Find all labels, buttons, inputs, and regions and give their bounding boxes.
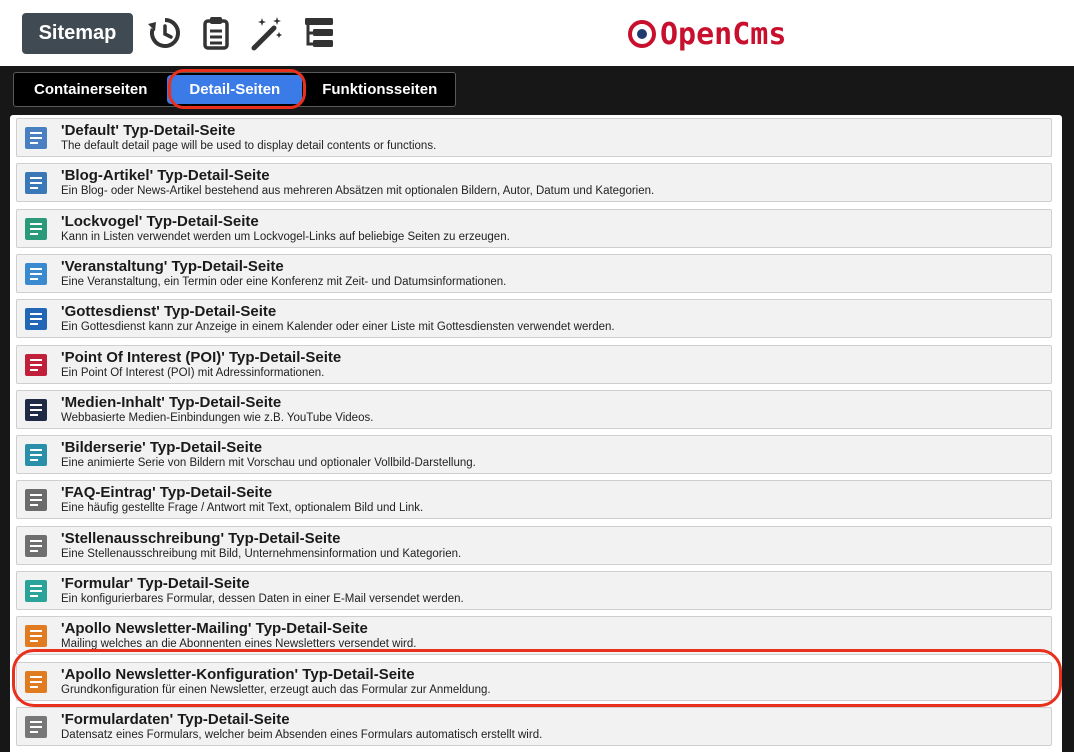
clapperboard-icon — [25, 398, 47, 421]
detail-page-list: 'Default' Typ-Detail-Seite The default de… — [10, 115, 1062, 752]
magic-wand-icon[interactable] — [248, 14, 286, 52]
image-gallery-icon — [25, 444, 47, 467]
list-item-title: 'FAQ-Eintrag' Typ-Detail-Seite — [61, 484, 273, 502]
list-item[interactable]: 'Medien-Inhalt' Typ-Detail-Seite Webbasie… — [16, 389, 1052, 429]
list-item-title: 'Formulardaten' Typ-Detail-Seite — [61, 710, 290, 728]
default-page-icon — [25, 127, 47, 149]
list-item[interactable]: 'Lockvogel' Typ-Detail-Seite Kann in List… — [16, 208, 1052, 248]
list-item-description: Ein Gottesdienst kann zur Anzeige in ein… — [61, 321, 615, 334]
list-item-description: Eine Stellenausschreibung mit Bild, Unte… — [61, 547, 462, 560]
list-item-description: Ein Point Of Interest (POI) mit Adressin… — [61, 366, 325, 379]
tab-detail-seiten[interactable]: Detail-Seiten — [167, 75, 303, 104]
list-item[interactable]: 'Stellenausschreibung' Typ-Detail-Seite E… — [16, 525, 1052, 565]
tab-bar: Containerseiten Detail-Seiten Funktionss… — [13, 72, 456, 107]
envelope-icon — [25, 580, 47, 602]
gallery-panel: Containerseiten Detail-Seiten Funktionss… — [0, 66, 1074, 752]
list-item[interactable]: 'Formulardaten' Typ-Detail-Seite Datensat… — [16, 706, 1052, 746]
question-icon — [25, 489, 47, 512]
list-item-title: 'Lockvogel' Typ-Detail-Seite — [61, 212, 259, 230]
opencms-logo-icon — [628, 20, 656, 48]
list-item[interactable]: 'Formular' Typ-Detail-Seite Ein konfiguri… — [16, 571, 1052, 610]
list-item-title: 'Point Of Interest (POI)' Typ-Detail-Sei… — [61, 348, 342, 366]
church-icon — [25, 308, 47, 331]
list-item-description: Mailing welches an die Abonnenten eines … — [61, 638, 417, 651]
list-item-description: Eine häufig gestellte Frage / Antwort mi… — [61, 502, 424, 515]
list-item-title: 'Default' Typ-Detail-Seite — [61, 122, 236, 139]
list-item-title: 'Formular' Typ-Detail-Seite — [61, 575, 250, 592]
list-item-description: Eine Veranstaltung, ein Termin oder eine… — [61, 275, 507, 288]
list-item-title: 'Blog-Artikel' Typ-Detail-Seite — [61, 167, 270, 185]
map-pin-icon — [25, 353, 47, 376]
list-item-description: Ein konfigurierbares Formular, dessen Da… — [61, 593, 464, 605]
list-item-description: Grundkonfiguration für einen Newsletter,… — [61, 683, 491, 696]
list-item-title: 'Medien-Inhalt' Typ-Detail-Seite — [61, 393, 282, 411]
clipboard-icon[interactable] — [197, 14, 235, 52]
tree-list-icon[interactable] — [300, 14, 338, 52]
list-item-description: The default detail page will be used to … — [61, 140, 437, 152]
list-item-description: Kann in Listen verwendet werden um Lockv… — [61, 230, 510, 243]
list-item-description: Ein Blog- oder News-Artikel bestehend au… — [61, 185, 655, 198]
list-item[interactable]: 'Default' Typ-Detail-Seite The default de… — [16, 118, 1052, 157]
briefcase-icon — [25, 534, 47, 557]
history-icon[interactable] — [146, 14, 184, 52]
list-item-description: Datensatz eines Formulars, welcher beim … — [61, 728, 543, 741]
opencms-logo: OpenCms — [628, 14, 786, 54]
list-item[interactable]: 'Apollo Newsletter-Mailing' Typ-Detail-S… — [16, 616, 1052, 656]
list-item-title: 'Apollo Newsletter-Mailing' Typ-Detail-S… — [61, 620, 368, 638]
list-item-title: 'Bilderserie' Typ-Detail-Seite — [61, 439, 263, 457]
toolbar: Sitemap OpenCms — [0, 0, 1074, 66]
list-item[interactable]: 'Apollo Newsletter-Konfiguration' Typ-De… — [16, 661, 1052, 701]
newsletter-config-icon — [25, 670, 47, 693]
list-item-description: Webbasierte Medien-Einbindungen wie z.B.… — [61, 411, 374, 424]
list-item-title: 'Apollo Newsletter-Konfiguration' Typ-De… — [61, 665, 415, 683]
list-item[interactable]: 'Veranstaltung' Typ-Detail-Seite Eine Ver… — [16, 253, 1052, 293]
list-item[interactable]: 'Blog-Artikel' Typ-Detail-Seite Ein Blog-… — [16, 163, 1052, 203]
list-icon — [25, 217, 47, 240]
list-item[interactable]: 'FAQ-Eintrag' Typ-Detail-Seite Eine häufi… — [16, 480, 1052, 520]
sitemap-button[interactable]: Sitemap — [22, 13, 133, 54]
list-item-description: Eine animierte Serie von Bildern mit Vor… — [61, 457, 476, 470]
list-item-title: 'Veranstaltung' Typ-Detail-Seite — [61, 257, 284, 275]
opencms-logo-text: OpenCms — [660, 16, 787, 52]
form-data-icon — [25, 715, 47, 738]
blog-article-icon — [25, 172, 47, 195]
list-item-title: 'Gottesdienst' Typ-Detail-Seite — [61, 303, 277, 321]
newsletter-icon — [25, 625, 47, 648]
list-item[interactable]: 'Point Of Interest (POI)' Typ-Detail-Sei… — [16, 344, 1052, 384]
list-item[interactable]: 'Bilderserie' Typ-Detail-Seite Eine animi… — [16, 435, 1052, 475]
list-item[interactable]: 'Gottesdienst' Typ-Detail-Seite Ein Gotte… — [16, 299, 1052, 339]
list-item-title: 'Stellenausschreibung' Typ-Detail-Seite — [61, 529, 341, 547]
tab-containerseiten[interactable]: Containerseiten — [18, 75, 163, 104]
tab-funktionsseiten[interactable]: Funktionsseiten — [306, 75, 453, 104]
calendar-icon — [25, 262, 47, 285]
